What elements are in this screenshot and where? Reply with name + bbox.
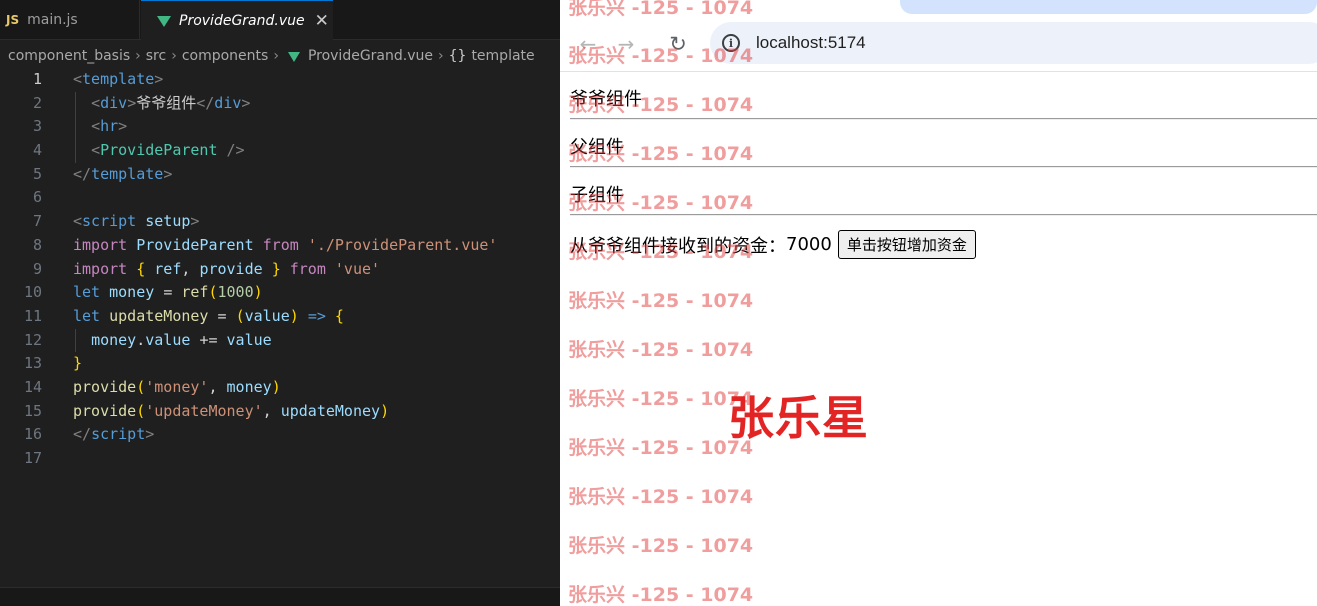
line-number: 15: [23, 401, 42, 420]
code-line: 7 <script setup>: [0, 210, 560, 234]
bottom-panel-bar: [0, 587, 560, 606]
code-line: 15 provide('updateMoney', updateMoney): [0, 400, 560, 424]
breadcrumb-item[interactable]: template: [471, 48, 534, 64]
line-number: 17: [23, 449, 42, 467]
code-text: </script>: [73, 425, 155, 444]
tab-label: ProvideGrand.vue: [179, 12, 305, 29]
code-text: import { ref, provide } from 'vue': [73, 259, 381, 278]
add-money-button[interactable]: 单击按钮增加资金: [837, 230, 976, 259]
divider: [570, 214, 1317, 216]
code-line: 5 </template>: [0, 163, 560, 187]
reload-icon[interactable]: ↻: [664, 30, 692, 58]
close-icon[interactable]: ✕: [315, 11, 329, 31]
browser-tab-strip: [560, 0, 1317, 16]
line-number: 3: [32, 117, 42, 136]
code-line: 4 <ProvideParent />: [0, 139, 560, 163]
money-prefix: 从爷爷组件接收到的资金：: [570, 235, 786, 257]
breadcrumb-item[interactable]: ProvideGrand.vue: [308, 48, 433, 64]
tab-main-js[interactable]: JS main.js: [0, 0, 140, 40]
line-number: 5: [32, 164, 42, 183]
js-icon: JS: [6, 13, 20, 27]
browser-tab[interactable]: [900, 0, 1317, 14]
line-number: 13: [23, 354, 42, 373]
line-number: 1: [32, 70, 42, 88]
vue-icon: [157, 16, 171, 27]
forward-arrow-icon[interactable]: →: [612, 30, 640, 58]
code-line: 6: [0, 186, 560, 210]
breadcrumb-separator: ›: [135, 48, 141, 64]
line-number: 7: [32, 212, 42, 231]
breadcrumb-separator: ›: [273, 48, 279, 64]
back-arrow-icon[interactable]: ←: [574, 30, 602, 58]
child-component-label: 子组件: [570, 185, 624, 206]
divider: [570, 118, 1317, 120]
code-line: 16 </script>: [0, 423, 560, 447]
code-text: import ProvideParent from './ProvidePare…: [73, 235, 498, 254]
line-number: 14: [23, 377, 42, 396]
code-text: <hr>: [91, 117, 128, 136]
code-line: 3 <hr>: [0, 115, 560, 140]
breadcrumb-item[interactable]: src: [146, 48, 166, 64]
browser-window: ← → ↻ i localhost:5174 爷爷组件 父组件 子组件 从爷爷组…: [560, 0, 1317, 606]
breadcrumb-item[interactable]: component_basis: [8, 48, 130, 64]
braces-icon: {}: [448, 48, 467, 64]
code-text: <template>: [73, 70, 164, 88]
code-line: 10 let money = ref(1000): [0, 281, 560, 305]
code-line: 17: [0, 447, 560, 471]
code-text: <div>爷爷组件</div>: [91, 93, 251, 112]
line-number: 4: [32, 141, 42, 160]
money-display: 从爷爷组件接收到的资金： 7000 单击按钮增加资金: [570, 230, 976, 259]
code-line: 9 import { ref, provide } from 'vue': [0, 258, 560, 282]
parent-component-label: 父组件: [570, 137, 624, 158]
divider: [570, 166, 1317, 168]
code-line: 11 let updateMoney = (value) => {: [0, 305, 560, 329]
code-text: </template>: [73, 164, 173, 183]
info-icon[interactable]: i: [722, 34, 740, 52]
address-bar[interactable]: i localhost:5174: [710, 22, 1317, 64]
line-number: 12: [23, 330, 42, 349]
editor-tab-bar: JS main.js ProvideGrand.vue ✕: [0, 0, 560, 40]
breadcrumb-item[interactable]: components: [182, 48, 269, 64]
code-line: 12 money.value += value: [0, 328, 560, 353]
code-text: provide('updateMoney', updateMoney): [73, 401, 390, 420]
money-value: 7000: [786, 234, 832, 255]
line-number: 10: [23, 283, 42, 302]
tab-provide-grand-vue[interactable]: ProvideGrand.vue ✕: [141, 0, 333, 40]
line-number: 2: [32, 93, 42, 112]
line-number: 11: [23, 306, 42, 325]
code-line: 2 <div>爷爷组件</div>: [0, 91, 560, 116]
browser-toolbar: ← → ↻ i localhost:5174: [560, 16, 1317, 72]
code-text: }: [73, 354, 83, 373]
code-line: 8 import ProvideParent from './ProvidePar…: [0, 234, 560, 258]
line-number: 8: [32, 235, 42, 254]
breadcrumb: component_basis › src › components › Pro…: [0, 44, 560, 68]
code-editor: JS main.js ProvideGrand.vue ✕ component_…: [0, 0, 560, 606]
grand-component-label: 爷爷组件: [570, 89, 642, 110]
code-line: 1 <template>: [0, 68, 560, 92]
url-text[interactable]: localhost:5174: [756, 33, 866, 53]
line-number: 9: [32, 259, 42, 278]
code-text: <ProvideParent />: [91, 141, 245, 160]
code-text: let updateMoney = (value) => {: [73, 306, 344, 325]
code-area[interactable]: 1 <template> 2 <div>爷爷组件</div> 3 <hr> 4 <…: [0, 68, 560, 471]
code-text: let money = ref(1000): [73, 283, 263, 302]
code-text: provide('money', money): [73, 377, 281, 396]
line-number: 16: [23, 425, 42, 444]
breadcrumb-separator: ›: [171, 48, 177, 64]
tab-label: main.js: [27, 12, 78, 28]
code-line: 14 provide('money', money): [0, 376, 560, 400]
code-line: 13}: [0, 352, 560, 376]
code-text: money.value += value: [91, 330, 272, 349]
page-content: 爷爷组件 父组件 子组件 从爷爷组件接收到的资金： 7000 单击按钮增加资金: [560, 72, 1317, 606]
vue-icon: [287, 52, 300, 62]
code-text: <script setup>: [73, 212, 200, 231]
line-number: 6: [32, 188, 42, 207]
breadcrumb-separator: ›: [438, 48, 444, 64]
